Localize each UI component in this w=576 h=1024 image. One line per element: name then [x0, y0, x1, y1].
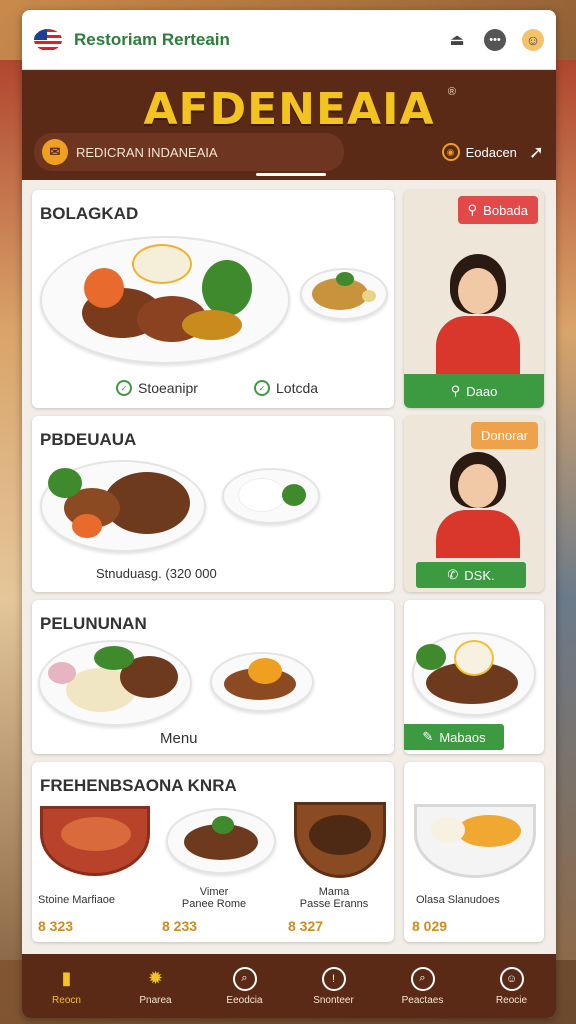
meta-label: Lotcda	[276, 380, 319, 396]
bell-icon[interactable]: ⏏	[446, 29, 468, 51]
nav-label: Reocn	[52, 994, 81, 1006]
nav-promo[interactable]: ✹ Pnarea	[116, 967, 196, 1006]
dish-price: 8 323	[38, 918, 74, 934]
backdrop-left	[0, 60, 24, 960]
badge-label: Donorar	[481, 428, 528, 443]
menu-button[interactable]: ✎ Mabaos	[404, 724, 504, 750]
menu-card-3[interactable]: PELUNUNAN Menu	[32, 600, 394, 754]
chat-icon: ✎	[422, 729, 434, 744]
main-dish-image	[40, 236, 290, 364]
card-title: BOLAGKAD	[40, 204, 139, 223]
dish-card-3[interactable]: ✎ Mabaos	[404, 600, 544, 754]
dish-price: 8 327	[288, 918, 324, 934]
staff-illustration	[426, 452, 526, 558]
pin-icon: ⚲	[450, 383, 461, 398]
card-caption: Stnuduasg. (320 000	[96, 566, 217, 581]
order-button[interactable]: ✆ DSK.	[416, 562, 526, 588]
curry-dish-image	[210, 652, 314, 712]
location-icon: ◉	[441, 143, 460, 161]
magnifier-icon: ⌕	[410, 966, 435, 991]
dish-price: 8 233	[162, 918, 198, 934]
noodle-dish-image	[38, 640, 192, 726]
nav-label: Snonteer	[313, 994, 354, 1006]
main-dish-image	[40, 460, 206, 552]
card-caption: Menu	[160, 730, 198, 747]
brand-header: AFDENEAIA ® ✉ REDICRAN INDANEAIA ◉ Eodac…	[22, 70, 556, 180]
side-dish-image	[300, 268, 388, 320]
status-badge: ⚲ Bobada	[457, 196, 538, 224]
order-button[interactable]: ⚲ Daao	[404, 374, 544, 408]
sun-icon: ✹	[147, 968, 164, 988]
search-pill[interactable]: ✉ REDICRAN INDANEAIA	[34, 133, 344, 171]
nav-search[interactable]: ⌕ Eeodcia	[205, 966, 285, 1006]
staff-card-2[interactable]: Donorar ✆ DSK.	[404, 416, 544, 592]
app-window: Restoriam Rerteain ⏏ ••• ☺ AFDENEAIA ® ✉…	[22, 10, 556, 1018]
app-title: Restoriam Rerteain	[74, 29, 230, 49]
nav-label: Peactaes	[401, 994, 444, 1006]
brand-toolbar: ✉ REDICRAN INDANEAIA ◉ Eodacen ➚	[22, 132, 556, 172]
dish-name: Olasa Slanudoes	[416, 894, 500, 906]
dish-name: Stoine Marfiaoe	[38, 894, 116, 906]
button-label: Daao	[466, 383, 498, 399]
nav-profile[interactable]: ☺ Reocie	[472, 966, 552, 1006]
staff-illustration	[426, 254, 526, 374]
top-bar: Restoriam Rerteain ⏏ ••• ☺	[22, 10, 556, 70]
tag-icon: ⚲	[467, 202, 478, 217]
menu-grid: BOLAGKAD ✓ Stoeanipr ✓ Lotcda ⚲ Bobada ⚲…	[22, 182, 556, 954]
location-selector[interactable]: ◉ Eodacen ➚	[441, 141, 544, 163]
flag-icon[interactable]	[34, 28, 62, 51]
dish-name: Vimer Panee Rome	[181, 886, 247, 910]
home-icon: ▮	[61, 968, 72, 988]
card-title: PELUNUNAN	[40, 614, 147, 633]
nav-info[interactable]: ! Snonteer	[294, 966, 374, 1006]
brand-name: AFDENEAIA	[143, 84, 435, 135]
search-icon: ⌕	[232, 966, 257, 991]
meta-stock: ✓ Stoeanipr	[116, 380, 198, 396]
backdrop-right	[554, 60, 576, 960]
stew-bowl-image	[294, 802, 386, 878]
dish-price: 8 029	[412, 918, 448, 934]
dish-image	[414, 804, 536, 878]
meta-label: Stoeanipr	[138, 380, 198, 396]
info-icon: !	[321, 966, 346, 991]
nav-label: Eeodcia	[226, 994, 263, 1006]
nav-explore[interactable]: ⌕ Peactaes	[383, 966, 463, 1006]
button-label: DSK.	[464, 567, 495, 583]
registered-mark: ®	[447, 86, 456, 98]
card-title: FREHENBSAONA KNRA	[40, 776, 237, 795]
arrow-icon: ➚	[528, 141, 544, 162]
dish-image	[412, 632, 536, 716]
meta-location: ✓ Lotcda	[254, 380, 318, 396]
leaf-icon: ✓	[116, 380, 132, 396]
nav-label: Pnarea	[139, 994, 172, 1006]
search-label: REDICRAN INDANEAIA	[76, 144, 218, 160]
badge-label: Bobada	[483, 202, 528, 218]
check-icon: ✓	[254, 380, 270, 396]
menu-card-2[interactable]: PBDEUAUA Stnuduasg. (320 000	[32, 416, 394, 592]
phone-icon: ✆	[447, 567, 459, 582]
meatball-dish-image	[166, 808, 276, 874]
bottom-nav: ▮ Reocn ✹ Pnarea ⌕ Eeodcia ! Snonteer ⌕ …	[22, 954, 556, 1018]
menu-card-1[interactable]: BOLAGKAD ✓ Stoeanipr ✓ Lotcda	[32, 190, 394, 408]
chat-bubble-icon: ✉	[42, 139, 68, 165]
dish-name: Mama Passe Eranns	[299, 886, 369, 910]
avatar[interactable]: ☺	[522, 28, 544, 51]
soup-bowl-image	[40, 806, 150, 876]
nav-label: Reocie	[495, 994, 528, 1006]
profile-icon: ☺	[499, 966, 524, 991]
chat-icon[interactable]: •••	[484, 28, 506, 51]
nav-home[interactable]: ▮ Reocn	[27, 967, 107, 1006]
staff-card-1[interactable]: ⚲ Bobada ⚲ Daao	[404, 190, 544, 408]
card-title: PBDEUAUA	[40, 430, 137, 449]
status-badge: Donorar	[471, 422, 538, 449]
tab-indicator	[256, 173, 326, 176]
dish-card-4[interactable]: Olasa Slanudoes 8 029	[404, 762, 544, 942]
top-actions: ⏏ ••• ☺	[446, 28, 544, 51]
button-label: Mabaos	[439, 729, 486, 745]
location-label: Eodacen	[465, 144, 517, 160]
rice-dish-image	[222, 468, 320, 524]
menu-card-4[interactable]: FREHENBSAONA KNRA Stoine Marfiaoe Vimer …	[32, 762, 394, 942]
